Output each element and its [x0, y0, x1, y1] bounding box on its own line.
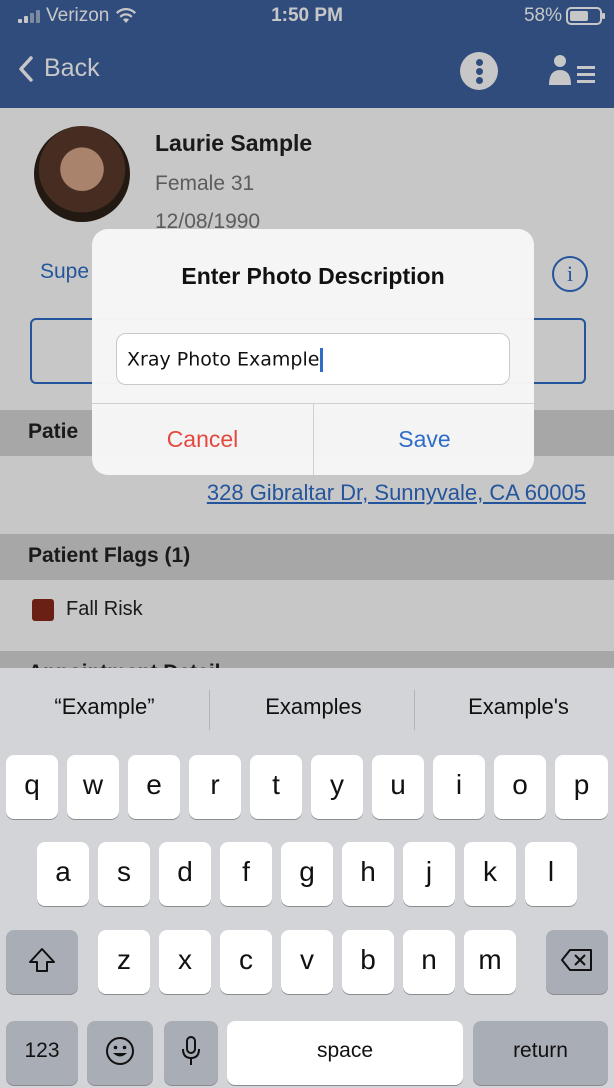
- input-value: Xray Photo Example: [127, 348, 320, 371]
- shift-key[interactable]: [6, 930, 78, 994]
- save-button[interactable]: Save: [314, 404, 534, 475]
- key-i[interactable]: i: [433, 755, 485, 819]
- shift-icon: [29, 948, 55, 973]
- microphone-icon: [182, 1036, 200, 1066]
- key-x[interactable]: x: [159, 930, 211, 994]
- space-key[interactable]: space: [227, 1021, 463, 1085]
- key-l[interactable]: l: [525, 842, 577, 906]
- key-r[interactable]: r: [189, 755, 241, 819]
- key-k[interactable]: k: [464, 842, 516, 906]
- numbers-key[interactable]: 123: [6, 1021, 78, 1085]
- suggestion-bar: “Example” Examples Example's: [0, 668, 614, 756]
- key-w[interactable]: w: [67, 755, 119, 819]
- key-z[interactable]: z: [98, 930, 150, 994]
- suggestion-2[interactable]: Examples: [211, 694, 416, 720]
- dictation-key[interactable]: [164, 1021, 218, 1085]
- key-s[interactable]: s: [98, 842, 150, 906]
- key-o[interactable]: o: [494, 755, 546, 819]
- key-c[interactable]: c: [220, 930, 272, 994]
- key-a[interactable]: a: [37, 842, 89, 906]
- key-t[interactable]: t: [250, 755, 302, 819]
- key-j[interactable]: j: [403, 842, 455, 906]
- return-key[interactable]: return: [473, 1021, 608, 1085]
- dialog-title: Enter Photo Description: [181, 263, 445, 289]
- key-y[interactable]: y: [311, 755, 363, 819]
- emoji-icon: [106, 1037, 134, 1066]
- delete-key[interactable]: [546, 930, 608, 994]
- keyboard: “Example” Examples Example's q w e r t y…: [0, 668, 614, 1088]
- key-q[interactable]: q: [6, 755, 58, 819]
- key-f[interactable]: f: [220, 842, 272, 906]
- key-h[interactable]: h: [342, 842, 394, 906]
- suggestion-1[interactable]: “Example”: [2, 694, 207, 720]
- divider: [414, 690, 415, 730]
- divider: [209, 690, 210, 730]
- key-v[interactable]: v: [281, 930, 333, 994]
- cancel-button[interactable]: Cancel: [92, 404, 313, 475]
- text-caret: [320, 348, 324, 372]
- key-n[interactable]: n: [403, 930, 455, 994]
- photo-description-input[interactable]: Xray Photo Example: [116, 333, 510, 385]
- key-m[interactable]: m: [464, 930, 516, 994]
- key-u[interactable]: u: [372, 755, 424, 819]
- key-g[interactable]: g: [281, 842, 333, 906]
- suggestion-3[interactable]: Example's: [416, 694, 614, 720]
- key-d[interactable]: d: [159, 842, 211, 906]
- key-p[interactable]: p: [555, 755, 608, 819]
- backspace-icon: [561, 949, 592, 972]
- emoji-key[interactable]: [87, 1021, 153, 1085]
- photo-description-dialog: Enter Photo Description Xray Photo Examp…: [92, 229, 534, 475]
- key-b[interactable]: b: [342, 930, 394, 994]
- key-e[interactable]: e: [128, 755, 180, 819]
